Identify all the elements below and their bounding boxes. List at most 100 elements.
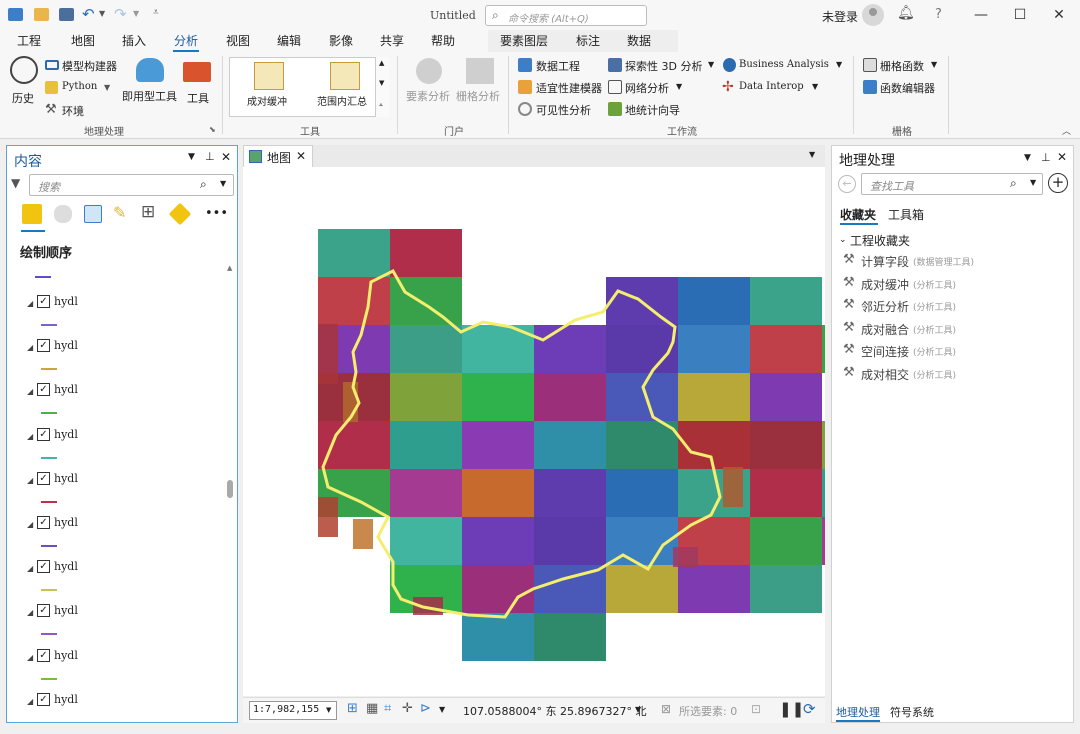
layer-visibility-checkbox[interactable]: ✓ <box>37 648 50 662</box>
tab-imagery[interactable]: 影像 <box>329 32 353 49</box>
tab-insert[interactable]: 插入 <box>122 32 146 49</box>
pairwise-buffer-tool[interactable]: 成对缓冲 <box>234 60 304 114</box>
layer-item[interactable]: ◢ ✓ hydl <box>7 292 217 336</box>
tab-feature-layer[interactable]: 要素图层 <box>500 32 548 49</box>
pane-options-icon[interactable]: ▼ <box>188 152 195 162</box>
expand-layer-icon[interactable]: ◢ <box>27 653 33 662</box>
pane-options-icon[interactable]: ▼ <box>1024 153 1031 163</box>
business-dropdown-icon[interactable]: ▼ <box>836 60 842 69</box>
business-analysis-button[interactable]: Business Analysis <box>739 59 829 70</box>
feature-analysis-button[interactable]: 要素分析 <box>404 56 452 112</box>
redo-icon[interactable]: ↷ <box>114 5 127 23</box>
layer-visibility-checkbox[interactable]: ✓ <box>37 427 50 441</box>
list-by-selection-icon[interactable] <box>84 205 102 223</box>
favorite-tool-item[interactable]: ⚒ 邻近分析 (分析工具) <box>843 296 1073 316</box>
tools-dropdown-icon[interactable]: ▼ <box>439 705 445 714</box>
back-arrow-icon[interactable]: ← <box>838 175 856 193</box>
scroll-thumb[interactable] <box>227 480 233 498</box>
scale-selector[interactable]: 1:7,982,155 ▼ <box>249 701 337 720</box>
help-icon[interactable]: ? <box>935 7 942 22</box>
close-pane-icon[interactable]: ✕ <box>1057 150 1067 164</box>
filter-icon[interactable]: ▼ <box>11 176 20 190</box>
expand-layer-icon[interactable]: ◢ <box>27 476 33 485</box>
python-dropdown-icon[interactable]: ▼ <box>104 83 110 92</box>
exploratory-dropdown-icon[interactable]: ▼ <box>708 60 714 69</box>
expand-layer-icon[interactable]: ◢ <box>27 432 33 441</box>
environments-button[interactable]: 环境 <box>62 103 84 119</box>
layer-visibility-checkbox[interactable]: ✓ <box>37 339 50 353</box>
contents-scrollbar[interactable]: ▲ <box>226 264 236 719</box>
open-folder-icon[interactable] <box>34 8 49 21</box>
layer-visibility-checkbox[interactable]: ✓ <box>37 383 50 397</box>
list-by-source-icon[interactable] <box>54 205 72 223</box>
layer-item[interactable]: ◢ ✓ hydl <box>7 646 217 690</box>
function-editor-button[interactable]: 函数编辑器 <box>880 80 935 96</box>
maximize-button[interactable]: ☐ <box>1011 6 1029 24</box>
search-dropdown-icon[interactable]: ▼ <box>1030 178 1036 187</box>
close-pane-icon[interactable]: ✕ <box>221 150 231 164</box>
pause-drawing-icon[interactable]: ❚❚ <box>779 700 804 718</box>
geostat-wizard-button[interactable]: 地统计向导 <box>625 102 680 118</box>
tab-project[interactable]: 工程 <box>17 32 41 49</box>
raster-functions-button[interactable]: 栅格函数 <box>880 58 924 74</box>
avatar[interactable] <box>862 4 884 26</box>
tab-analysis[interactable]: 分析 <box>174 32 198 49</box>
favorite-tool-item[interactable]: ⚒ 计算字段 (数据管理工具) <box>843 251 1073 271</box>
redo-dropdown-icon[interactable]: ▼ <box>133 9 139 18</box>
pin-icon[interactable]: ⊥ <box>205 150 215 163</box>
exploratory-3d-button[interactable]: 探索性 3D 分析 <box>625 58 702 74</box>
gallery-expand-icon[interactable]: ⩡ <box>379 101 383 110</box>
expand-layer-icon[interactable]: ◢ <box>27 343 33 352</box>
tab-favorites[interactable]: 收藏夹 <box>840 206 876 223</box>
layer-item[interactable]: ◢ ✓ hydl <box>7 601 217 645</box>
collapse-ribbon-icon[interactable]: ︿ <box>1062 124 1071 137</box>
python-button[interactable]: Python <box>62 81 97 92</box>
layer-item[interactable]: ◢ ✓ hydl <box>7 380 217 424</box>
undo-icon[interactable]: ↶ <box>82 5 95 23</box>
data-engineering-button[interactable]: 数据工程 <box>536 58 580 74</box>
summarize-within-tool[interactable]: 范围内汇总 <box>310 60 380 114</box>
layer-item[interactable]: ◢ ✓ hydl <box>7 690 217 734</box>
tab-map[interactable]: 地图 <box>71 32 95 49</box>
tab-view[interactable]: 视图 <box>226 32 250 49</box>
expand-layer-icon[interactable]: ◢ <box>27 520 33 529</box>
coordinate-format-dropdown-icon[interactable]: ▼ <box>635 705 641 714</box>
minimize-button[interactable]: — <box>972 6 990 24</box>
ready-to-use-tools-button[interactable]: 即用型工具 <box>122 56 178 112</box>
dialog-launcher-icon[interactable]: ⬊ <box>209 125 216 134</box>
layer-item[interactable]: ◢ ✓ hydl <box>7 425 217 469</box>
grid-icon[interactable]: ▦ <box>366 701 378 716</box>
find-tools-input[interactable]: 查找工具 ⌕ ▼ <box>861 173 1043 195</box>
contents-search-input[interactable]: 搜索 ⌕ ▼ <box>29 174 234 196</box>
tab-labeling[interactable]: 标注 <box>576 32 600 49</box>
tab-share[interactable]: 共享 <box>380 32 404 49</box>
fixed-zoom-icon[interactable]: ⊞ <box>347 701 358 716</box>
bottom-tab-geoprocessing[interactable]: 地理处理 <box>836 704 880 722</box>
list-by-editing-icon[interactable]: ✎ <box>113 203 126 222</box>
rotation-icon[interactable]: ⊳ <box>420 701 431 716</box>
close-tab-icon[interactable]: ✕ <box>296 149 306 163</box>
notifications-bell-icon[interactable]: 🔔︎ <box>897 5 915 21</box>
favorite-tool-item[interactable]: ⚒ 成对缓冲 (分析工具) <box>843 274 1073 294</box>
history-button[interactable]: 历史 <box>6 56 42 106</box>
refresh-icon[interactable]: ⟳ <box>803 700 816 718</box>
tab-overflow-icon[interactable]: ▼ <box>809 150 815 159</box>
list-by-drawing-order-icon[interactable] <box>22 204 42 224</box>
layer-item[interactable]: ◢ ✓ hydl <box>7 469 217 513</box>
navigator-icon[interactable]: ✛ <box>402 701 413 716</box>
expand-layer-icon[interactable]: ◢ <box>27 564 33 573</box>
interop-dropdown-icon[interactable]: ▼ <box>812 82 818 91</box>
raster-analysis-button[interactable]: 栅格分析 <box>456 56 504 112</box>
scale-dropdown-icon[interactable]: ▼ <box>326 706 331 714</box>
pin-icon[interactable]: ⊥ <box>1041 151 1051 164</box>
expand-layer-icon[interactable]: ◢ <box>27 608 33 617</box>
search-dropdown-icon[interactable]: ▼ <box>220 179 226 188</box>
layer-item[interactable]: ◢ ✓ hydl <box>7 557 217 601</box>
scroll-up-icon[interactable]: ▲ <box>227 264 232 272</box>
layer-item[interactable]: ◢ ✓ hydl <box>7 513 217 557</box>
network-analysis-button[interactable]: 网络分析 <box>625 80 669 96</box>
command-search-input[interactable]: ⌕ 命令搜索 (Alt+Q) <box>485 5 647 26</box>
customize-qat-icon[interactable]: ⩡ <box>153 7 159 18</box>
visibility-analysis-button[interactable]: 可见性分析 <box>536 102 591 118</box>
expand-section-icon[interactable]: ⌄ <box>839 235 847 245</box>
